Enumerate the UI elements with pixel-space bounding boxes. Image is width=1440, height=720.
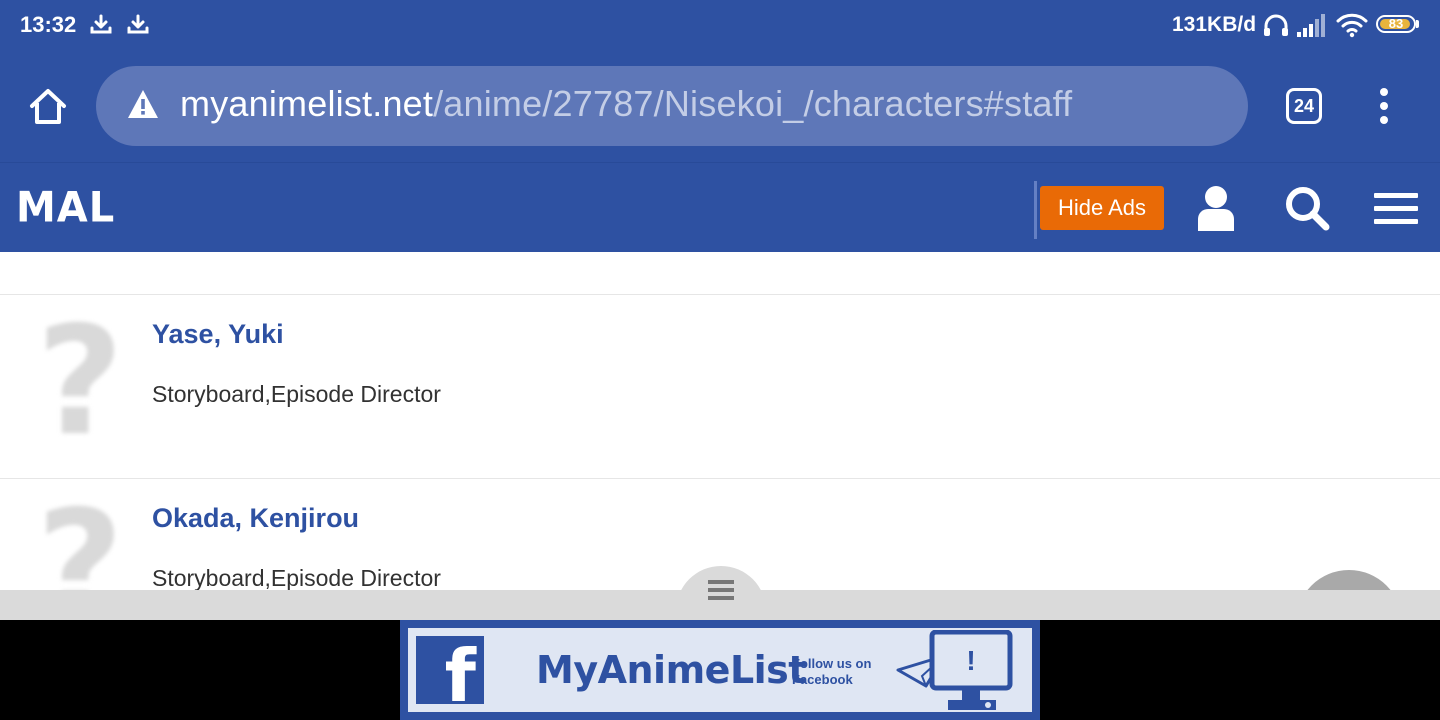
address-bar[interactable]: myanimelist.net/anime/27787/Nisekoi_/cha…	[96, 66, 1248, 146]
ad-brand-text: MyAnimeList	[536, 648, 806, 692]
wifi-icon	[1336, 13, 1368, 38]
site-header: MAL Hide Ads	[0, 162, 1440, 252]
ad-follow-line1: Follow us on	[792, 656, 872, 671]
staff-name-link[interactable]: Yase, Yuki	[152, 319, 284, 350]
url-path: /anime/27787/Nisekoi_/characters#staff	[433, 83, 1073, 124]
site-logo[interactable]: MAL	[16, 184, 115, 232]
facebook-ad-banner[interactable]: f MyAnimeList Follow us on Facebook !	[400, 620, 1040, 720]
hide-ads-button[interactable]: Hide Ads	[1040, 186, 1164, 230]
warning-icon[interactable]	[126, 88, 160, 120]
network-speed: 131KB/d	[1172, 13, 1257, 36]
avatar[interactable]: ?	[30, 491, 130, 590]
clock: 13:32	[20, 12, 77, 37]
overflow-menu-icon[interactable]	[1374, 88, 1394, 124]
signal-icon	[1297, 14, 1325, 37]
browser-toolbar: myanimelist.net/anime/27787/Nisekoi_/cha…	[0, 52, 1440, 162]
url-domain: myanimelist.net	[180, 83, 434, 124]
headphones-icon	[1264, 14, 1288, 36]
staff-role: Storyboard,Episode Director	[152, 565, 441, 590]
download-icon	[90, 14, 112, 34]
home-icon[interactable]	[28, 87, 68, 127]
ad-follow-text: Follow us on Facebook	[792, 656, 892, 688]
status-bar: 13:32 131KB/d 83	[0, 0, 1440, 52]
hamburger-menu-icon[interactable]	[1374, 193, 1418, 227]
computer-icon: !	[896, 630, 1013, 710]
staff-name-link[interactable]: Okada, Kenjirou	[152, 503, 359, 534]
facebook-logo-icon: f	[416, 636, 484, 712]
drag-handle-icon[interactable]	[708, 580, 734, 604]
ad-banner-body: f MyAnimeList Follow us on Facebook !	[408, 628, 1032, 712]
staff-role: Storyboard,Episode Director	[152, 381, 441, 407]
user-icon[interactable]	[1194, 185, 1238, 231]
header-divider	[1034, 181, 1037, 239]
search-icon[interactable]	[1284, 185, 1330, 231]
facebook-letter: f	[444, 634, 476, 718]
list-item: ? Yase, Yuki Storyboard,Episode Director	[0, 295, 1440, 479]
staff-list: ? Yase, Yuki Storyboard,Episode Director…	[0, 252, 1440, 590]
url-text[interactable]: myanimelist.net/anime/27787/Nisekoi_/cha…	[180, 83, 1072, 125]
download-icon	[127, 14, 149, 34]
ad-follow-line2: Facebook	[792, 672, 853, 687]
battery-icon: 83	[1376, 15, 1416, 33]
battery-level: 83	[1388, 16, 1404, 31]
computer-mark: !	[966, 645, 975, 676]
avatar[interactable]: ?	[30, 307, 130, 457]
tabs-icon[interactable]: 24	[1286, 88, 1322, 124]
